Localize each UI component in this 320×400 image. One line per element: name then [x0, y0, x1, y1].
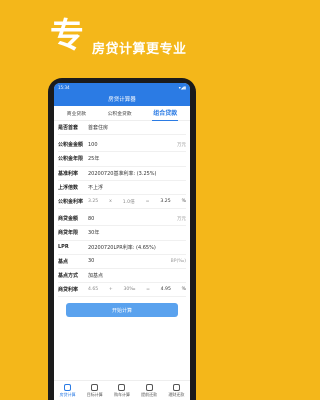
fund-rate-op: x — [109, 198, 112, 204]
bottom-nav: 房贷计算 目标计算 购车计算 提前还款 理财还款 — [54, 380, 190, 400]
banner-slogan: 房贷计算更专业 — [92, 42, 187, 57]
basis-method-select[interactable]: 加基点 — [88, 272, 186, 279]
fund-amount-unit: 万元 — [177, 142, 186, 148]
biz-rate-calc: 4.65 + 30‰ = 4.95 % — [88, 287, 186, 292]
biz-rate-base: 4.65 — [88, 287, 99, 293]
biz-years-label: 商贷年限 — [58, 230, 79, 237]
prepay-icon — [145, 383, 153, 391]
loan-type-tabs: 商业贷款 公积金贷款 组合贷款 — [54, 106, 190, 121]
nav-label: 购车计算 — [113, 391, 130, 397]
finance-icon — [172, 383, 180, 391]
fund-rate-eq: = — [145, 198, 150, 204]
biz-rate-result: 4.95 — [160, 287, 171, 293]
lpr-row[interactable]: LPR 20200720LPR利率: (4.65%) — [58, 241, 186, 255]
nav-item-prepayment[interactable]: 提前还款 — [141, 383, 158, 398]
basis-points-unit: BP(‰) — [170, 258, 186, 264]
float-multiple-row[interactable]: 上浮倍数 不上浮 — [58, 181, 186, 195]
status-bar: 15:34 ▾◢▮ — [54, 83, 190, 92]
promo-banner: 专 房贷计算更专业 — [0, 0, 240, 78]
submit-wrap: 开始计算 — [54, 297, 190, 318]
float-multiple-select[interactable]: 不上浮 — [88, 184, 186, 191]
lpr-label: LPR — [58, 244, 69, 251]
fund-amount-row: 公积金金额 100 万元 — [58, 138, 186, 153]
nav-label: 理财还款 — [168, 391, 185, 397]
fund-amount-label: 公积金金额 — [58, 142, 84, 149]
biz-rate-row: 商贷利率 4.65 + 30‰ = 4.95 % — [58, 283, 186, 298]
status-icons: ▾◢▮ — [178, 85, 186, 90]
first-home-select[interactable]: 首套住房 — [88, 124, 186, 131]
fund-years-row[interactable]: 公积金年限 25年 — [58, 152, 186, 167]
calculator-icon — [64, 383, 72, 391]
target-icon — [91, 383, 99, 391]
title-bar: 房贷计算器 — [54, 92, 190, 106]
biz-rate-label: 商贷利率 — [58, 287, 79, 294]
fund-rate-row: 公积金利率 3.25 x 1.0倍 = 3.25 % — [58, 195, 186, 210]
biz-rate-bp: 30‰ — [123, 287, 136, 293]
nav-item-finance-repay[interactable]: 理财还款 — [168, 383, 185, 398]
banner-big-character: 专 — [50, 16, 84, 56]
lpr-select[interactable]: 20200720LPR利率: (4.65%) — [88, 244, 186, 251]
nav-label: 房贷计算 — [59, 391, 76, 397]
nav-label: 目标计算 — [86, 391, 103, 397]
biz-rate-eq: = — [146, 287, 150, 293]
calculate-button[interactable]: 开始计算 — [66, 303, 178, 318]
tab-combined-loan[interactable]: 组合贷款 — [152, 105, 179, 121]
page-title: 房贷计算器 — [108, 97, 136, 103]
base-rate-row[interactable]: 基准利率 20200720基准利率: (3.25%) — [58, 167, 186, 181]
nav-item-mortgage-calc[interactable]: 房贷计算 — [59, 383, 76, 398]
biz-years-select[interactable]: 30年 — [88, 229, 186, 236]
status-time: 15:34 — [58, 85, 70, 90]
basis-points-input[interactable]: 30 — [88, 258, 171, 264]
fund-rate-base: 3.25 — [88, 198, 99, 204]
tab-fund-loan[interactable]: 公积金贷款 — [107, 107, 133, 120]
biz-rate-op: + — [108, 287, 113, 293]
basis-points-row: 基点 30 BP(‰) — [58, 255, 186, 269]
base-rate-select[interactable]: 20200720基准利率: (3.25%) — [88, 170, 186, 177]
float-multiple-label: 上浮倍数 — [58, 184, 79, 191]
loan-form: 是否首套 首套住房 公积金金额 100 万元 公积金年限 25年 基准利率 20… — [54, 121, 190, 298]
fund-rate-label: 公积金利率 — [58, 199, 84, 206]
fund-amount-input[interactable]: 100 — [88, 142, 177, 148]
basis-method-label: 基点方式 — [58, 272, 79, 279]
biz-amount-input[interactable]: 80 — [88, 216, 177, 222]
fund-rate-mult: 1.0倍 — [122, 199, 135, 205]
biz-amount-row: 商贷金额 80 万元 — [58, 212, 186, 227]
tab-commercial-loan[interactable]: 商业贷款 — [66, 107, 87, 120]
biz-amount-label: 商贷金额 — [58, 216, 79, 223]
fund-years-select[interactable]: 25年 — [88, 155, 186, 162]
basis-method-row[interactable]: 基点方式 加基点 — [58, 269, 186, 284]
biz-years-row[interactable]: 商贷年限 30年 — [58, 226, 186, 241]
biz-amount-unit: 万元 — [177, 216, 186, 222]
fund-rate-result: 3.25 — [160, 198, 171, 204]
car-icon — [118, 383, 126, 391]
base-rate-label: 基准利率 — [58, 170, 79, 177]
nav-label: 提前还款 — [141, 391, 158, 397]
nav-item-car-calc[interactable]: 购车计算 — [113, 383, 130, 398]
nav-item-target-calc[interactable]: 目标计算 — [86, 383, 103, 398]
biz-rate-pct: % — [181, 287, 186, 293]
fund-rate-calc: 3.25 x 1.0倍 = 3.25 % — [88, 199, 186, 205]
basis-points-label: 基点 — [58, 258, 69, 265]
first-home-label: 是否首套 — [58, 125, 79, 132]
first-home-row[interactable]: 是否首套 首套住房 — [58, 121, 186, 136]
fund-years-label: 公积金年限 — [58, 156, 84, 163]
app-screen: 15:34 ▾◢▮ 房贷计算器 商业贷款 公积金贷款 组合贷款 是否首套 首套住… — [54, 83, 190, 400]
fund-rate-pct: % — [181, 198, 186, 204]
